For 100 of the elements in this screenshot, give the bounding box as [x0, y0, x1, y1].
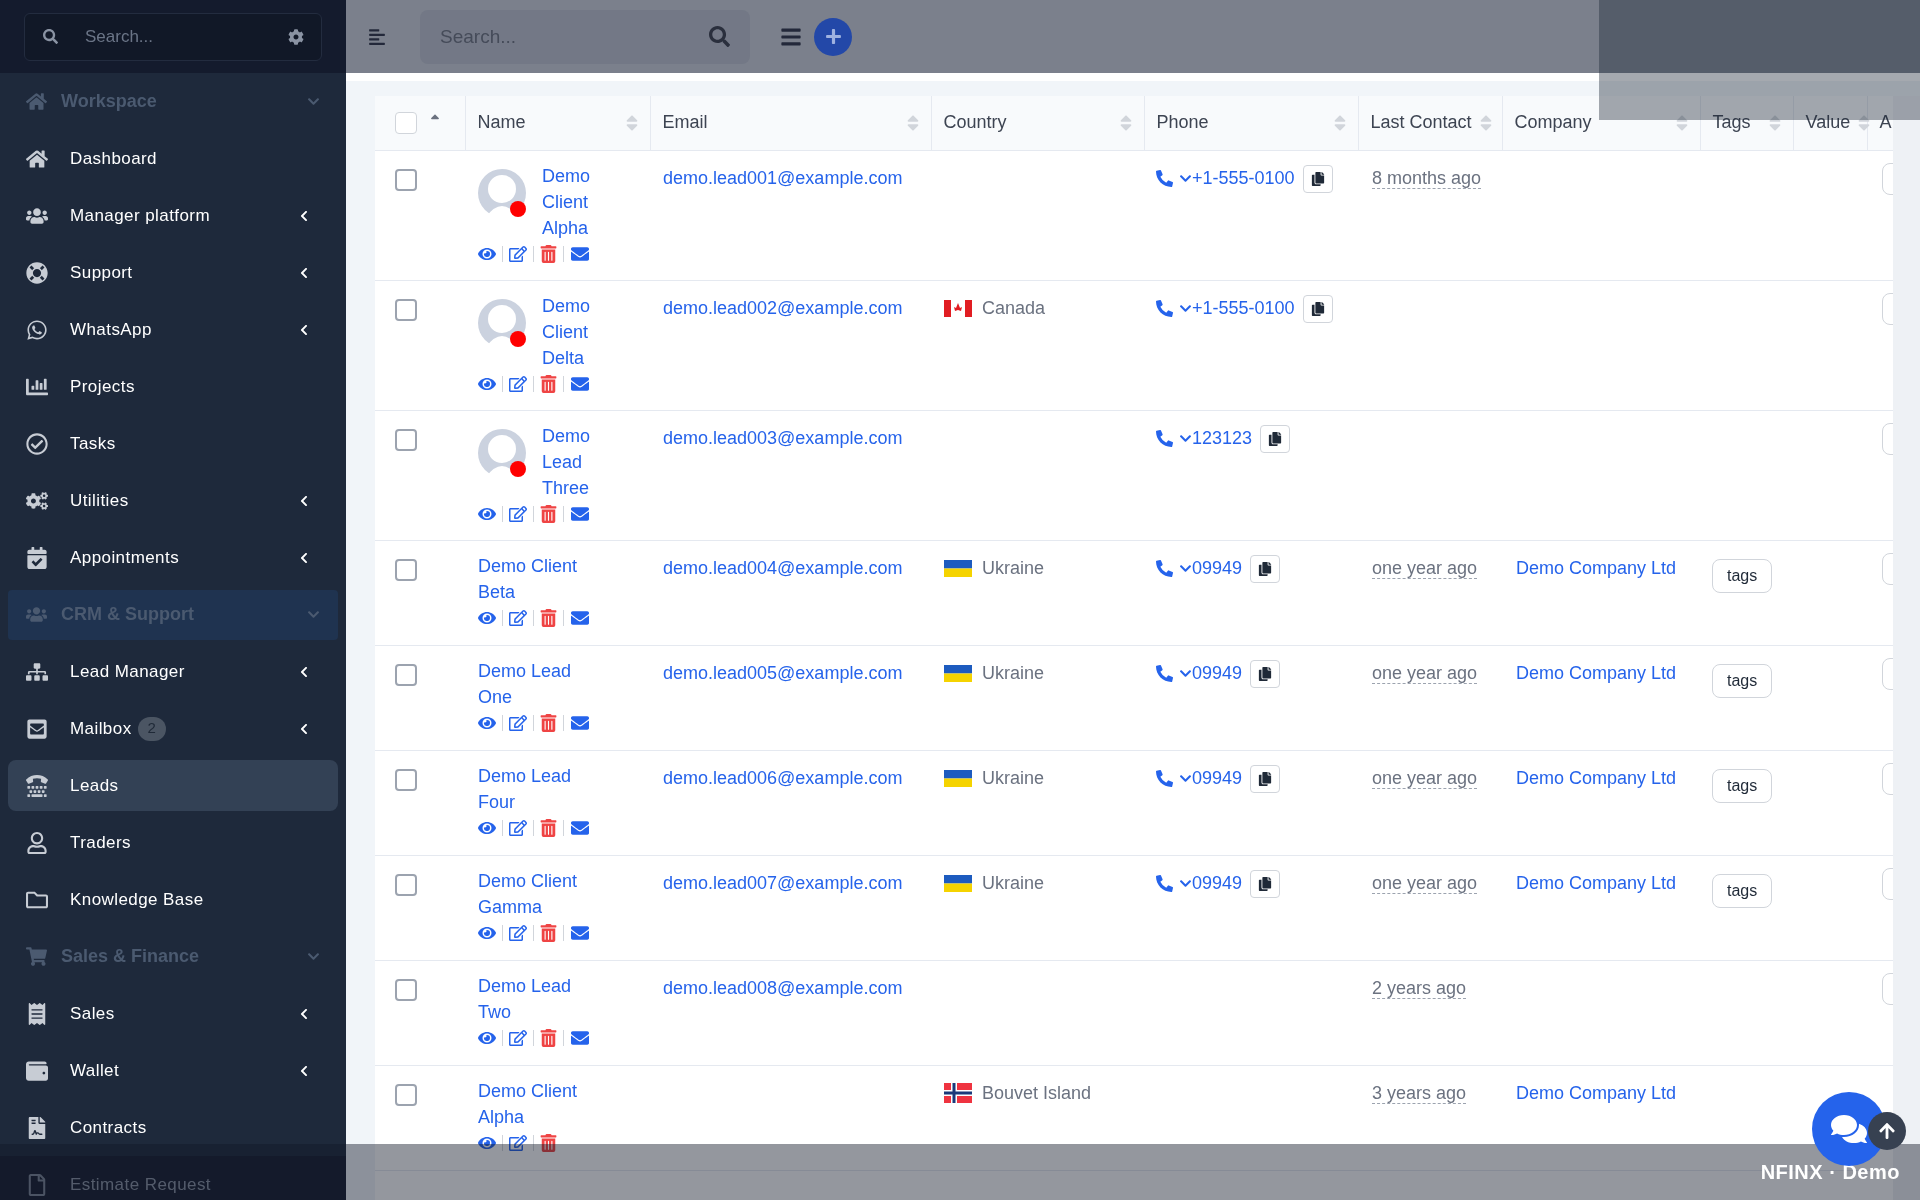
sidebar-item[interactable]: Contracts — [8, 1102, 338, 1153]
edit-icon[interactable] — [509, 713, 527, 732]
sidebar-item[interactable]: Sales — [8, 988, 338, 1039]
sidebar-item[interactable]: Appointments — [8, 532, 338, 583]
sidebar-search-field[interactable]: Search... — [24, 12, 322, 61]
column-header[interactable]: Tags — [1712, 109, 1751, 137]
copy-button[interactable] — [1302, 164, 1333, 193]
lead-name-link[interactable]: Demo Client Delta — [542, 292, 622, 371]
phone-link[interactable]: 09949 — [1192, 660, 1243, 687]
sidebar-item[interactable]: Knowledge Base — [8, 874, 338, 925]
lead-name-link[interactable]: Demo Client Alpha — [542, 162, 622, 241]
settings-icon[interactable] — [288, 28, 304, 45]
sidebar-item[interactable]: Projects — [8, 361, 338, 412]
envelope-icon[interactable] — [570, 713, 590, 732]
trash-icon[interactable] — [540, 1028, 557, 1047]
sidebar-item[interactable]: Tasks — [8, 418, 338, 469]
column-header[interactable]: Email — [662, 109, 708, 137]
tag-chip[interactable]: tags — [1712, 873, 1773, 908]
copy-button[interactable] — [1260, 424, 1291, 453]
email-link[interactable]: demo.lead002@example.com — [663, 297, 903, 318]
chevron-down-icon[interactable] — [1179, 772, 1192, 785]
phone-link[interactable]: +1-555-0100 — [1192, 295, 1295, 322]
column-header[interactable]: Country — [943, 109, 1007, 137]
phone-icon[interactable] — [1156, 430, 1173, 447]
lead-name-link[interactable]: Demo Client Beta — [478, 552, 608, 605]
copy-button[interactable] — [1302, 294, 1333, 323]
trash-icon[interactable] — [540, 608, 557, 627]
envelope-icon[interactable] — [570, 818, 590, 837]
row-checkbox[interactable] — [395, 768, 417, 791]
trash-icon[interactable] — [540, 504, 557, 523]
trash-icon[interactable] — [540, 713, 557, 732]
email-link[interactable]: demo.lead006@example.com — [663, 767, 903, 788]
column-header[interactable]: A — [1879, 109, 1892, 137]
copy-button[interactable] — [1250, 869, 1281, 898]
edit-icon[interactable] — [509, 1133, 527, 1152]
sidebar-item[interactable]: Lead Manager — [8, 646, 338, 697]
trash-icon[interactable] — [540, 923, 557, 942]
row-checkbox[interactable] — [395, 428, 417, 451]
company-link[interactable]: Demo Company Ltd — [1516, 1082, 1677, 1103]
chevron-down-icon[interactable] — [1179, 302, 1192, 315]
sidebar-item[interactable]: Utilities — [8, 475, 338, 526]
edit-icon[interactable] — [509, 608, 527, 627]
copy-button[interactable] — [1250, 554, 1281, 583]
phone-icon[interactable] — [1156, 770, 1173, 787]
company-link[interactable]: Demo Company Ltd — [1516, 557, 1677, 578]
company-link[interactable]: Demo Company Ltd — [1516, 872, 1677, 893]
phone-icon[interactable] — [1156, 300, 1173, 317]
column-header[interactable]: Name — [477, 109, 526, 137]
row-checkbox[interactable] — [395, 663, 417, 686]
email-link[interactable]: demo.lead007@example.com — [663, 872, 903, 893]
row-checkbox[interactable] — [395, 298, 417, 321]
chevron-down-icon[interactable] — [1179, 172, 1192, 185]
edit-icon[interactable] — [509, 504, 527, 523]
sidebar-item[interactable]: Manager platform — [8, 190, 338, 241]
company-link[interactable]: Demo Company Ltd — [1516, 662, 1677, 683]
copy-button[interactable] — [1250, 764, 1281, 793]
envelope-icon[interactable] — [570, 608, 590, 627]
envelope-icon[interactable] — [570, 244, 590, 263]
tag-chip[interactable]: tags — [1712, 558, 1773, 593]
search-icon[interactable] — [709, 25, 730, 47]
sidebar-item[interactable]: Wallet — [8, 1045, 338, 1096]
phone-icon[interactable] — [1156, 875, 1173, 892]
chevron-down-icon[interactable] — [1179, 877, 1192, 890]
select-all-checkbox[interactable] — [395, 111, 417, 134]
lead-name-link[interactable]: Demo Lead One — [478, 657, 608, 710]
row-checkbox[interactable] — [395, 168, 417, 191]
lead-name-link[interactable]: Demo Client Alpha — [478, 1077, 608, 1130]
envelope-icon[interactable] — [570, 374, 590, 393]
copy-button[interactable] — [1250, 659, 1281, 688]
lead-name-link[interactable]: Demo Lead Four — [478, 762, 608, 815]
lead-name-link[interactable]: Demo Client Gamma — [478, 867, 608, 920]
lead-name-link[interactable]: Demo Lead Three — [542, 422, 622, 501]
trash-icon[interactable] — [540, 374, 557, 393]
phone-link[interactable]: +1-555-0100 — [1192, 165, 1295, 192]
edit-icon[interactable] — [509, 923, 527, 942]
row-checkbox[interactable] — [395, 873, 417, 896]
chevron-down-icon[interactable] — [1179, 562, 1192, 575]
sidebar-item[interactable]: Dashboard — [8, 133, 338, 184]
envelope-icon[interactable] — [570, 1028, 590, 1047]
sidebar-item[interactable]: Traders — [8, 817, 338, 868]
lead-name-link[interactable]: Demo Lead Two — [478, 972, 608, 1025]
trash-icon[interactable] — [540, 244, 557, 263]
email-link[interactable]: demo.lead004@example.com — [663, 557, 903, 578]
phone-link[interactable]: 09949 — [1192, 870, 1243, 897]
column-header[interactable]: Value — [1805, 109, 1851, 137]
column-header[interactable]: Last Contact — [1370, 109, 1472, 137]
phone-link[interactable]: 123123 — [1192, 425, 1253, 452]
column-header[interactable]: Phone — [1156, 109, 1209, 137]
chevron-down-icon[interactable] — [1179, 432, 1192, 445]
chevron-down-icon[interactable] — [1179, 667, 1192, 680]
row-checkbox[interactable] — [395, 558, 417, 581]
menu-toggle-icon[interactable] — [368, 27, 386, 46]
edit-icon[interactable] — [509, 244, 527, 263]
sidebar-item[interactable]: Leads — [8, 760, 338, 811]
email-link[interactable]: demo.lead001@example.com — [663, 167, 903, 188]
add-button[interactable] — [814, 17, 852, 56]
sidebar-item[interactable]: Support — [8, 247, 338, 298]
edit-icon[interactable] — [509, 1028, 527, 1047]
company-link[interactable]: Demo Company Ltd — [1516, 767, 1677, 788]
row-checkbox[interactable] — [395, 978, 417, 1001]
